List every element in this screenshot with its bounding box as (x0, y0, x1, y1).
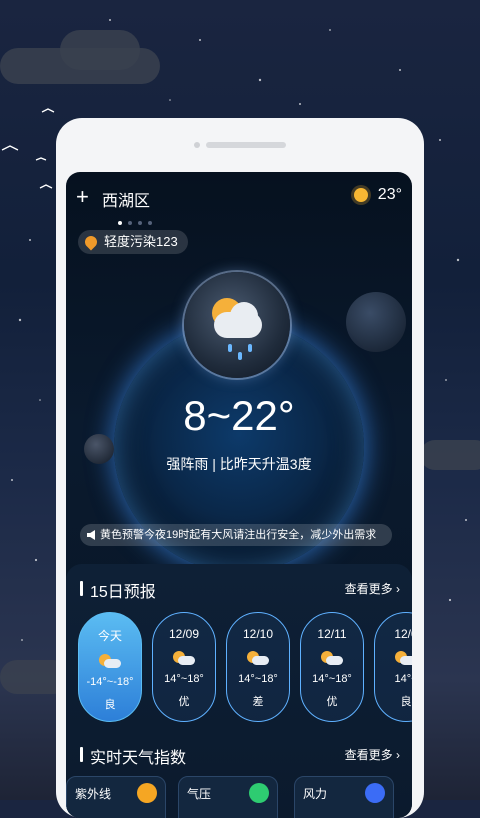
sun-icon (354, 188, 368, 202)
warning-banner[interactable]: 黄色预警今夜19时起有大风请注出行安全，减少外出需求 (80, 524, 392, 546)
forecast-day[interactable]: 12/0 14°~ 良 (374, 612, 412, 722)
index-label: 风力 (303, 787, 328, 801)
day-temp: 14°~18° (312, 673, 352, 685)
planet-decoration (346, 292, 406, 352)
day-quality: 优 (326, 696, 338, 708)
phone-frame: + 西湖区 23° 轻度污染123 8~22° 强阵雨 | 比昨天升温3度 黄色… (56, 118, 424, 818)
day-date: 12/10 (242, 627, 274, 641)
wind-icon (365, 783, 385, 803)
day-quality: 优 (178, 696, 190, 708)
cloud-icon (230, 302, 258, 330)
day-temp: 14°~ (394, 673, 412, 685)
day-date: 今天 (97, 629, 122, 643)
speaker-icon (87, 530, 95, 540)
forecast-day[interactable]: 12/11 14°~18° 优 (300, 612, 364, 722)
day-temp: 14°~18° (238, 673, 278, 685)
page-dot (128, 221, 132, 225)
partly-cloudy-icon (247, 651, 269, 665)
add-city-icon[interactable]: + (76, 184, 89, 210)
forecast-title: 15日预报 (80, 578, 156, 602)
index-label: 紫外线 (75, 787, 112, 801)
page-dot (138, 221, 142, 225)
drop-icon (82, 233, 100, 251)
weather-screen: + 西湖区 23° 轻度污染123 8~22° 强阵雨 | 比昨天升温3度 黄色… (66, 172, 412, 818)
forecast-day[interactable]: 今天 -14°~-18° 良 (78, 612, 142, 722)
air-quality-badge[interactable]: 轻度污染123 (78, 230, 188, 254)
day-quality: 差 (252, 696, 264, 708)
phone-speaker (206, 142, 286, 148)
partly-cloudy-icon (99, 654, 121, 668)
forecast-day[interactable]: 12/09 14°~18° 优 (152, 612, 216, 722)
air-quality-label: 轻度污染123 (104, 234, 178, 249)
chevron-right-icon: › (396, 582, 400, 596)
rain-drop-icon (248, 344, 252, 352)
page-dot (148, 221, 152, 225)
day-date: 12/0 (394, 627, 412, 641)
day-date: 12/09 (168, 627, 200, 641)
index-card[interactable]: 紫外线 (66, 776, 166, 818)
warning-text: 黄色预警今夜19时起有大风请注出行安全，减少外出需求 (100, 529, 377, 541)
uv-icon (137, 783, 157, 803)
index-card[interactable]: 风力 (294, 776, 394, 818)
weather-icon (184, 272, 290, 378)
temperature-range: 8~22° (183, 392, 295, 439)
day-date: 12/11 (317, 627, 347, 641)
index-card[interactable]: 气压 (178, 776, 278, 818)
forecast-day[interactable]: 12/10 14°~18° 差 (226, 612, 290, 722)
indices-title: 实时天气指数 (80, 744, 186, 768)
forecast-more-link[interactable]: 查看更多 › (345, 580, 400, 597)
chevron-right-icon: › (396, 748, 400, 762)
day-quality: 良 (400, 696, 412, 708)
day-temp: -14°~-18° (86, 676, 134, 688)
phone-camera (194, 142, 200, 148)
city-name[interactable]: 西湖区 (102, 187, 150, 211)
rain-drop-icon (238, 352, 242, 360)
day-quality: 良 (104, 699, 116, 711)
pressure-icon (249, 783, 269, 803)
index-label: 气压 (187, 787, 212, 801)
day-temp: 14°~18° (164, 673, 204, 685)
indices-more-link[interactable]: 查看更多 › (345, 746, 400, 763)
more-label: 查看更多 (344, 582, 393, 596)
cloud-decoration (420, 440, 480, 470)
cloud-decoration (60, 30, 140, 70)
partly-cloudy-icon (395, 651, 412, 665)
forecast-panel: 15日预报 查看更多 › 今天 -14°~-18° 良 12/09 14°~18… (66, 564, 412, 818)
current-temperature: 23° (377, 186, 402, 203)
weather-description: 强阵雨 | 比昨天升温3度 (166, 456, 312, 472)
page-indicator (118, 212, 158, 230)
top-bar: + 西湖区 23° (76, 184, 402, 225)
page-dot (118, 221, 122, 225)
partly-cloudy-icon (321, 651, 343, 665)
rain-drop-icon (228, 344, 232, 352)
more-label: 查看更多 (344, 748, 393, 762)
partly-cloudy-icon (173, 651, 195, 665)
